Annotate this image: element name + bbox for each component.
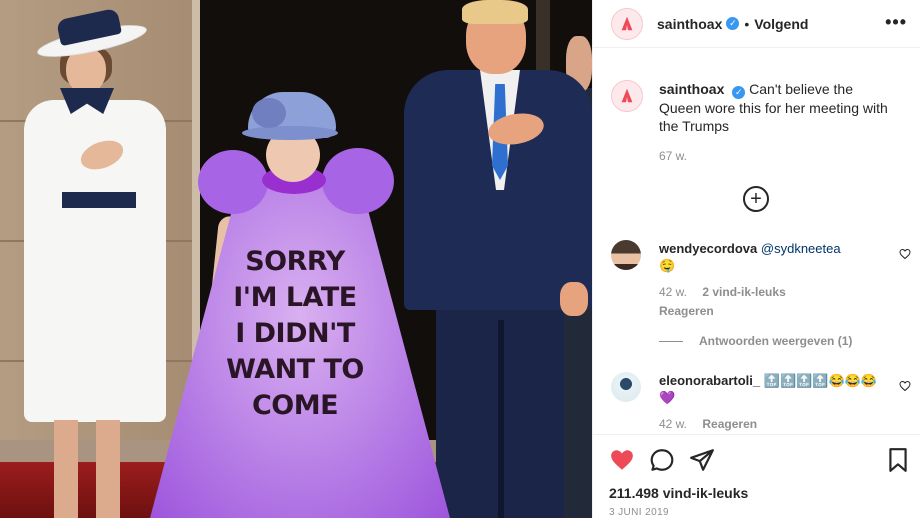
comment: eleonorabartoli_ 🔝🔝🔝🔝😂😂😂💜 42 w. Reageren [611, 372, 911, 433]
caption-body: sainthoax ✓ Can't believe the Queen wore… [659, 80, 889, 165]
trouser-gap [498, 320, 504, 518]
post-photo[interactable]: SORRY I'M LATE I DIDN'T WANT TO COME [0, 0, 592, 518]
post-header: sainthoax ✓ • Volgend ••• [593, 0, 920, 48]
view-replies-button[interactable]: Antwoorden weergeven (1) [659, 334, 852, 348]
view-replies-label[interactable]: Antwoorden weergeven (1) [699, 334, 852, 348]
comment-meta: 42 w. Reageren [659, 416, 879, 433]
avatar[interactable] [611, 7, 643, 40]
more-icon[interactable]: ••• [885, 12, 907, 33]
hand [560, 282, 588, 316]
caption-username[interactable]: sainthoax [659, 81, 724, 97]
comment-likes[interactable]: 2 vind-ik-leuks [702, 285, 785, 299]
heart-icon[interactable] [609, 447, 635, 473]
follow-status-button[interactable]: Volgend [754, 16, 808, 32]
praying-hands-icon [621, 16, 633, 30]
slogan-line: WANT TO [226, 354, 364, 385]
slogan-line: SORRY [245, 246, 345, 277]
action-bar: 211.498 vind-ik-leuks 3 JUNI 2019 [593, 434, 920, 518]
comment-text: 🤤 [659, 258, 676, 273]
verified-icon: ✓ [732, 85, 746, 99]
gown-slogan: SORRY I'M LATE I DIDN'T WANT TO COME [226, 244, 364, 424]
slogan-line: I DIDN'T [235, 318, 355, 349]
mention-link[interactable]: @sydkneetea [761, 241, 841, 256]
comment-body: wendyecordova @sydkneetea 🤤 42 w. 2 vind… [659, 240, 879, 320]
navy-belt [62, 192, 136, 208]
comment-time[interactable]: 42 w. [659, 417, 687, 431]
comment-icon[interactable] [649, 447, 675, 473]
slogan-line: I'M LATE [233, 282, 357, 313]
avatar[interactable] [611, 240, 641, 270]
caption: sainthoax ✓ Can't believe the Queen wore… [611, 80, 911, 165]
like-count[interactable]: 211.498 vind-ik-leuks [609, 485, 748, 501]
heart-icon[interactable] [899, 248, 911, 260]
comment-meta: 42 w. 2 vind-ik-leuks [659, 284, 879, 301]
comment-body: eleonorabartoli_ 🔝🔝🔝🔝😂😂😂💜 42 w. Reageren [659, 372, 879, 433]
hat-brim [242, 126, 338, 140]
divider [659, 340, 683, 342]
separator: • [744, 15, 750, 32]
leg [54, 420, 78, 518]
post-sidebar: sainthoax ✓ • Volgend ••• sainthoax ✓ Ca… [592, 0, 920, 518]
caption-time[interactable]: 67 w. [659, 147, 889, 165]
ruffle-sleeve [322, 148, 394, 214]
post-date[interactable]: 3 JUNI 2019 [609, 507, 669, 518]
comment-time[interactable]: 42 w. [659, 285, 687, 299]
avatar[interactable] [611, 372, 641, 402]
praying-hands-icon [621, 88, 633, 103]
slogan-line: COME [251, 390, 339, 421]
heart-icon[interactable] [899, 380, 911, 392]
hair [462, 0, 528, 24]
bookmark-icon[interactable] [885, 447, 911, 473]
share-icon[interactable] [689, 447, 715, 473]
header-username[interactable]: sainthoax [657, 16, 722, 32]
comment: wendyecordova @sydkneetea 🤤 42 w. 2 vind… [611, 240, 911, 320]
ruffle-sleeve [198, 150, 268, 214]
verified-icon: ✓ [726, 17, 740, 30]
add-comment-icon[interactable]: + [743, 186, 769, 212]
comment-username[interactable]: eleonorabartoli_ [659, 373, 760, 388]
avatar[interactable] [611, 80, 643, 112]
hat-flower [252, 98, 286, 128]
comment-username[interactable]: wendyecordova [659, 241, 757, 256]
reply-button[interactable]: Reageren [702, 417, 757, 431]
leg [96, 420, 120, 518]
reply-button[interactable]: Reageren [659, 303, 879, 320]
